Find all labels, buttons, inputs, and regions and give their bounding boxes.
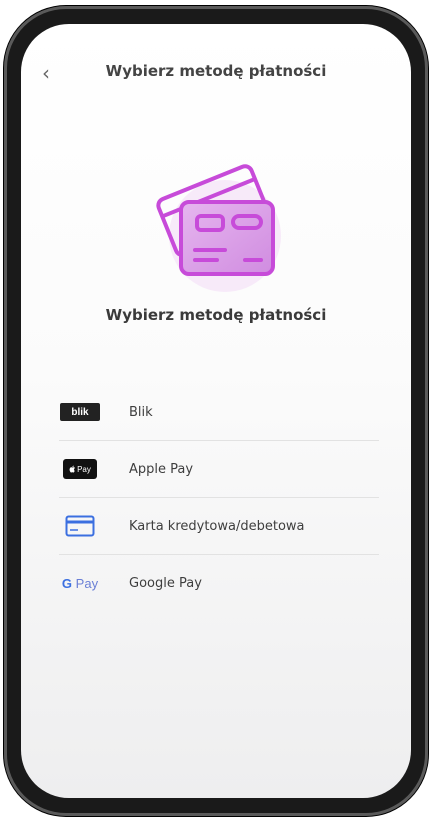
credit-card-icon: [65, 515, 95, 537]
payment-method-apple-pay[interactable]: Pay Apple Pay: [59, 441, 379, 498]
blik-logo-icon: blik: [60, 403, 100, 421]
phone-frame: ‹ Wybierz metodę płatności Wybierz metod…: [4, 6, 428, 816]
payment-method-label: Google Pay: [129, 575, 202, 591]
payment-methods-list: blik Blik Pay Apple Pay Karta kredytowa/…: [59, 384, 379, 611]
payment-method-label: Apple Pay: [129, 461, 194, 477]
section-heading: Wybierz metodę płatności: [105, 306, 327, 324]
payment-method-blik[interactable]: blik Blik: [59, 384, 379, 441]
credit-cards-icon: [156, 164, 281, 292]
google-pay-logo-icon: G Pay: [61, 575, 99, 591]
page-title: Wybierz metodę płatności: [105, 62, 327, 80]
top-bar: ‹ Wybierz metodę płatności: [21, 58, 411, 92]
apple-icon: [69, 465, 76, 473]
payment-method-label: Blik: [129, 404, 153, 420]
app-screen: ‹ Wybierz metodę płatności Wybierz metod…: [21, 24, 411, 798]
apple-pay-logo-icon: Pay: [63, 459, 97, 479]
payment-method-card[interactable]: Karta kredytowa/debetowa: [59, 498, 379, 555]
payment-method-label: Karta kredytowa/debetowa: [129, 518, 305, 534]
payment-method-google-pay[interactable]: G Pay Google Pay: [59, 555, 379, 611]
